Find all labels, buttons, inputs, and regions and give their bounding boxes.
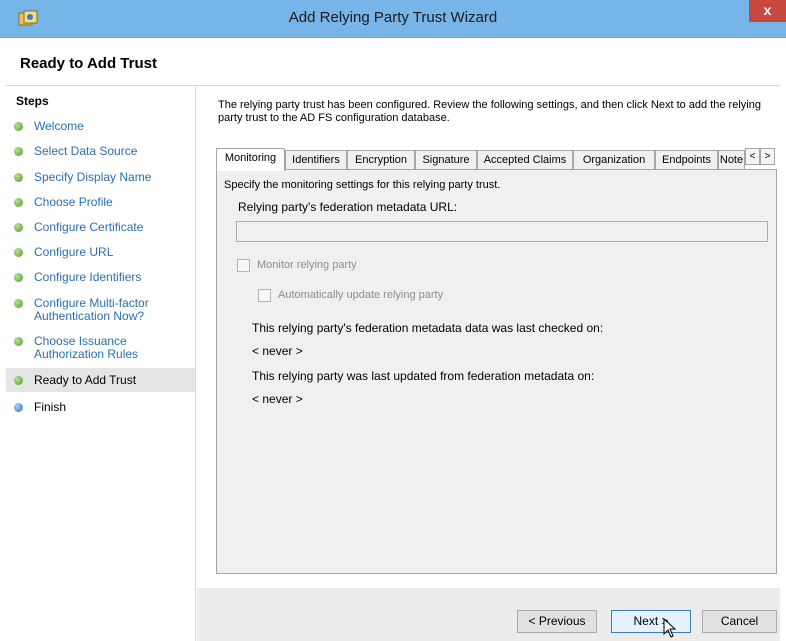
step-label: Configure Certificate [34,220,144,234]
step-issuance-authorization-rules[interactable]: Choose Issuance Authorization Rules [6,335,195,361]
step-configure-certificate[interactable]: Configure Certificate [6,221,195,234]
monitoring-description: Specify the monitoring settings for this… [224,179,501,191]
tab-encryption[interactable]: Encryption [347,150,415,170]
tab-notes[interactable]: Note [718,150,745,170]
step-label: Choose Issuance Authorization Rules [34,334,139,361]
step-configure-identifiers[interactable]: Configure Identifiers [6,271,195,284]
step-complete-icon [14,122,23,131]
tab-strip: Monitoring Identifiers Encryption Signat… [216,148,777,171]
next-button[interactable]: Next > [611,610,691,633]
metadata-url-label: Relying party's federation metadata URL: [238,200,458,214]
step-specify-display-name[interactable]: Specify Display Name [6,171,195,184]
intro-text: The relying party trust has been configu… [218,99,761,124]
tab-organization[interactable]: Organization [573,150,655,170]
step-complete-icon [14,147,23,156]
step-complete-icon [14,299,23,308]
monitor-relying-party-checkbox[interactable] [237,259,250,272]
tab-monitoring[interactable]: Monitoring [216,148,285,171]
page-title: Ready to Add Trust [20,55,157,72]
wizard-header: Ready to Add Trust [6,38,780,86]
step-current-icon [14,376,23,385]
step-label: Ready to Add Trust [34,373,137,387]
step-ready-to-add-trust[interactable]: Ready to Add Trust [6,368,195,392]
steps-heading: Steps [16,94,49,108]
cancel-button[interactable]: Cancel [702,610,777,633]
tab-identifiers[interactable]: Identifiers [285,150,347,170]
monitoring-tab-panel: Specify the monitoring settings for this… [216,169,777,574]
steps-sidebar: Steps Welcome Select Data Source Specify… [6,87,196,641]
auto-update-label: Automatically update relying party [278,289,444,301]
main-content: The relying party trust has been configu… [197,87,780,641]
close-button[interactable]: x [749,0,786,22]
metadata-url-field[interactable] [236,221,768,242]
window-title: Add Relying Party Trust Wizard [288,9,498,26]
step-configure-url[interactable]: Configure URL [6,246,195,259]
step-label: Select Data Source [34,144,138,158]
step-complete-icon [14,173,23,182]
step-complete-icon [14,248,23,257]
step-label: Finish [34,400,67,414]
step-complete-icon [14,198,23,207]
step-choose-profile[interactable]: Choose Profile [6,196,195,209]
step-configure-mfa[interactable]: Configure Multi-factor Authentication No… [6,297,195,323]
last-updated-value: < never > [252,392,303,406]
step-label: Welcome [34,119,84,133]
step-select-data-source[interactable]: Select Data Source [6,145,195,158]
auto-update-checkbox[interactable] [258,289,271,302]
tab-signature[interactable]: Signature [415,150,477,170]
step-label: Configure URL [34,245,114,259]
tab-scroll-right-button[interactable]: > [760,148,775,165]
chevron-right-icon: > [764,151,771,162]
step-complete-icon [14,337,23,346]
wizard-footer: < Previous Next > Cancel [197,588,780,641]
step-label: Configure Identifiers [34,270,142,284]
step-complete-icon [14,223,23,232]
monitor-relying-party-label: Monitor relying party [257,259,357,271]
step-welcome[interactable]: Welcome [6,120,195,133]
last-updated-label: This relying party was last updated from… [252,369,595,383]
step-label: Configure Multi-factor Authentication No… [34,296,149,323]
step-finish[interactable]: Finish [6,401,195,414]
title-bar: Add Relying Party Trust Wizard x [0,0,786,38]
step-label: Choose Profile [34,195,113,209]
step-complete-icon [14,273,23,282]
previous-button[interactable]: < Previous [517,610,597,633]
tab-accepted-claims[interactable]: Accepted Claims [477,150,573,170]
step-label: Specify Display Name [34,170,152,184]
chevron-left-icon: < [749,151,756,162]
last-checked-value: < never > [252,344,303,358]
tab-endpoints[interactable]: Endpoints [655,150,718,170]
tab-scroll-left-button[interactable]: < [745,148,760,165]
mouse-pointer-icon [663,618,677,638]
step-pending-icon [14,403,23,412]
close-icon: x [763,2,772,18]
last-checked-label: This relying party's federation metadata… [252,321,604,335]
